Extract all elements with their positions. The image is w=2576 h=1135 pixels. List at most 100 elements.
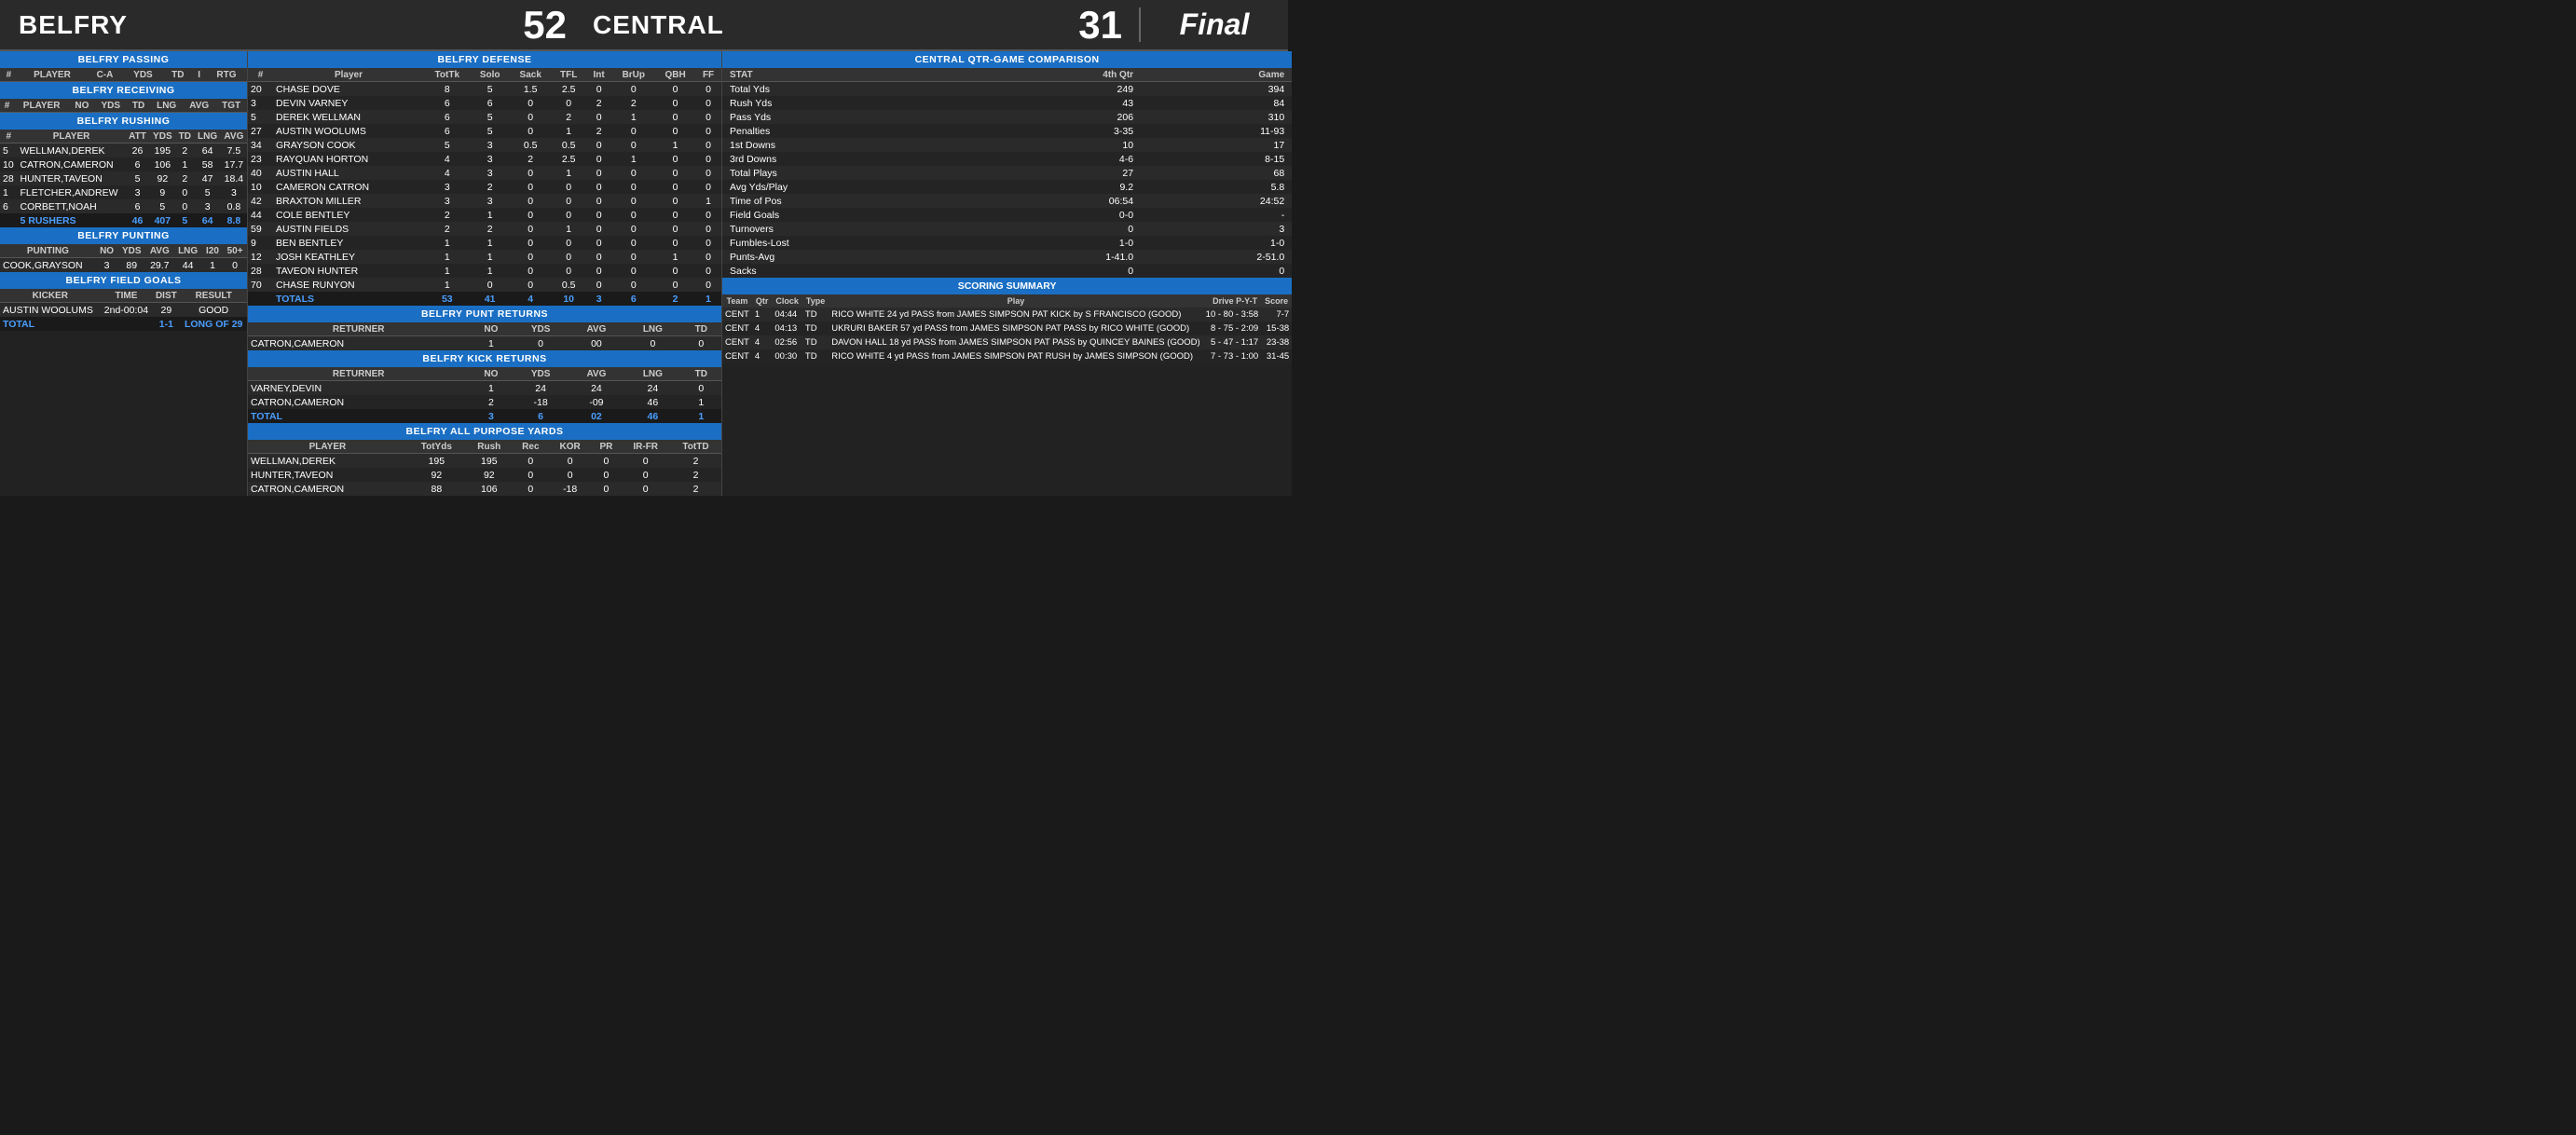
- ap-col-player: PLAYER: [248, 440, 407, 454]
- kr-col-lng: LNG: [624, 367, 681, 381]
- table-row: 1FLETCHER,ANDREW 39 05 3: [0, 185, 247, 199]
- scoring-row-4: CENT 4 00:30 TD RICO WHITE 4 yd PASS fro…: [722, 349, 1292, 363]
- all-purpose-table: PLAYER TotYds Rush Rec KOR PR IR-FR TotT…: [248, 440, 721, 496]
- field-goals-table: KICKER TIME DIST RESULT AUSTIN WOOLUMS 2…: [0, 289, 247, 331]
- def-col-int: Int: [586, 68, 612, 82]
- table-row: 42BRAXTON MILLER 33 00 00 01: [248, 194, 721, 208]
- pr-col-no: NO: [469, 322, 513, 336]
- scoring-row-2: CENT 4 04:13 TD UKRURI BAKER 57 yd PASS …: [722, 321, 1292, 335]
- ss-col-drive: Drive P-Y-T: [1203, 294, 1262, 308]
- table-row: 5DEREK WELLMAN 65 02 01 00: [248, 110, 721, 124]
- punt-col-avg: AVG: [145, 244, 173, 258]
- kick-returns-title: BELFRY KICK RETURNS: [248, 350, 721, 367]
- table-row: 9BEN BENTLEY 11 00 00 00: [248, 236, 721, 250]
- rec-col-num: #: [0, 99, 14, 113]
- passing-col-ca: C-A: [87, 68, 123, 82]
- rec-col-no: NO: [69, 99, 94, 113]
- table-row: 5WELLMAN,DEREK 26195 264 7.5: [0, 144, 247, 158]
- rec-col-avg: AVG: [183, 99, 215, 113]
- rushing-totals-row: 5 RUSHERS 46 407 5 64 8.8: [0, 213, 247, 227]
- ss-col-score: Score: [1261, 294, 1292, 308]
- team-left-name: BELFRY: [0, 10, 506, 40]
- def-col-brup: BrUp: [612, 68, 655, 82]
- ss-col-play: Play: [829, 294, 1202, 308]
- rec-col-yds: YDS: [95, 99, 127, 113]
- passing-col-yds: YDS: [123, 68, 163, 82]
- kick-returns-table: RETURNER NO YDS AVG LNG TD VARNEY,DEVIN …: [248, 367, 721, 423]
- scoring-summary-title: SCORING SUMMARY: [722, 278, 1292, 294]
- belfry-stats-column: BELFRY PASSING # PLAYER C-A YDS TD I RTG…: [0, 51, 247, 496]
- def-col-qbh: QBH: [655, 68, 695, 82]
- table-row: 70CHASE RUNYON 10 00.5 00 00: [248, 278, 721, 292]
- rush-col-num: #: [0, 130, 18, 144]
- ap-col-kor: KOR: [549, 440, 591, 454]
- table-row: 44COLE BENTLEY 21 00 00 00: [248, 208, 721, 222]
- ap-col-totyds: TotYds: [407, 440, 466, 454]
- scoring-row-3: CENT 4 02:56 TD DAVON HALL 18 yd PASS fr…: [722, 335, 1292, 349]
- receiving-table: # PLAYER NO YDS TD LNG AVG TGT: [0, 99, 247, 113]
- def-col-solo: Solo: [471, 68, 510, 82]
- kr-col-td: TD: [681, 367, 721, 381]
- ap-col-rush: Rush: [466, 440, 513, 454]
- fg-col-time: TIME: [101, 289, 153, 303]
- defense-column: BELFRY DEFENSE # Player TotTk Solo Sack …: [247, 51, 722, 496]
- passing-table: # PLAYER C-A YDS TD I RTG: [0, 68, 247, 82]
- fg-col-dist: DIST: [152, 289, 180, 303]
- rec-col-tgt: TGT: [215, 99, 247, 113]
- defense-totals-row: TOTALS 53 41 4 10 3 6 2 1: [248, 292, 721, 306]
- table-row: 40AUSTIN HALL 43 01 00 00: [248, 166, 721, 180]
- ap-col-pr: PR: [591, 440, 621, 454]
- table-row: 23RAYQUAN HORTON 43 22.5 01 00: [248, 152, 721, 166]
- table-row: 10CAMERON CATRON 32 00 00 00: [248, 180, 721, 194]
- defense-table: # Player TotTk Solo Sack TFL Int BrUp QB…: [248, 68, 721, 306]
- score-right: 31: [1062, 3, 1139, 48]
- table-row: 6CORBETT,NOAH 65 03 0.8: [0, 199, 247, 213]
- passing-title: BELFRY PASSING: [0, 51, 247, 68]
- stat-row-1stdowns: 1st Downs 10 17: [722, 138, 1292, 152]
- kr-col-yds: YDS: [513, 367, 568, 381]
- punt-col-no: NO: [96, 244, 118, 258]
- punt-col-50: 50+: [223, 244, 247, 258]
- ap-col-rec: Rec: [513, 440, 549, 454]
- def-col-tfl: TFL: [552, 68, 586, 82]
- table-row: HUNTER,TAVEON 92 92 0 0 0 0 2: [248, 468, 721, 482]
- fg-col-result: RESULT: [180, 289, 247, 303]
- table-row: AUSTIN WOOLUMS 2nd-00:04 29 GOOD: [0, 303, 247, 318]
- field-goals-totals-row: TOTAL 1-1 LONG OF 29: [0, 317, 247, 331]
- all-purpose-title: BELFRY ALL PURPOSE YARDS: [248, 423, 721, 440]
- pr-col-avg: AVG: [569, 322, 624, 336]
- scoring-summary-table: Team Qtr Clock Type Play Drive P-Y-T Sco…: [722, 294, 1292, 363]
- table-row: 20CHASE DOVE 85 1.52.5 00 00: [248, 82, 721, 97]
- stat-row-fieldgoals: Field Goals 0-0 -: [722, 208, 1292, 222]
- stat-row-avgydsplay: Avg Yds/Play 9.2 5.8: [722, 180, 1292, 194]
- rushing-table: # PLAYER ATT YDS TD LNG AVG 5WELLMAN,DER…: [0, 130, 247, 227]
- passing-col-rtg: RTG: [206, 68, 247, 82]
- pr-col-returner: RETURNER: [248, 322, 469, 336]
- rushing-title: BELFRY RUSHING: [0, 113, 247, 130]
- table-row: 28TAVEON HUNTER 11 00 00 00: [248, 264, 721, 278]
- def-col-num: #: [248, 68, 273, 82]
- def-col-sack: Sack: [510, 68, 552, 82]
- passing-col-num: #: [0, 68, 18, 82]
- ss-col-type: Type: [802, 294, 829, 308]
- rec-col-player: PLAYER: [14, 99, 69, 113]
- table-row: 10CATRON,CAMERON 6106 158 17.7: [0, 157, 247, 171]
- rush-col-avg: AVG: [221, 130, 247, 144]
- kr-col-no: NO: [469, 367, 513, 381]
- stat-row-timeofpos: Time of Pos 06:54 24:52: [722, 194, 1292, 208]
- stat-row-passyds: Pass Yds 206 310: [722, 110, 1292, 124]
- central-stats-column: CENTRAL QTR-GAME COMPARISON STAT 4th Qtr…: [722, 51, 1292, 496]
- central-qtr-table: STAT 4th Qtr Game Total Yds 249 394 Rush…: [722, 68, 1292, 278]
- table-row: 27AUSTIN WOOLUMS 65 01 20 00: [248, 124, 721, 138]
- defense-title: BELFRY DEFENSE: [248, 51, 721, 68]
- rush-col-att: ATT: [126, 130, 150, 144]
- cq-col-stat: STAT: [722, 68, 979, 82]
- def-col-ff: FF: [695, 68, 721, 82]
- punting-title: BELFRY PUNTING: [0, 227, 247, 244]
- table-row: 28HUNTER,TAVEON 592 247 18.4: [0, 171, 247, 185]
- score-left: 52: [506, 3, 583, 48]
- cq-col-game: Game: [1141, 68, 1292, 82]
- ap-col-irfr: IR-FR: [621, 440, 670, 454]
- punt-col-punting: PUNTING: [0, 244, 96, 258]
- scoreboard-header: BELFRY 52 CENTRAL 31 Final: [0, 0, 1288, 51]
